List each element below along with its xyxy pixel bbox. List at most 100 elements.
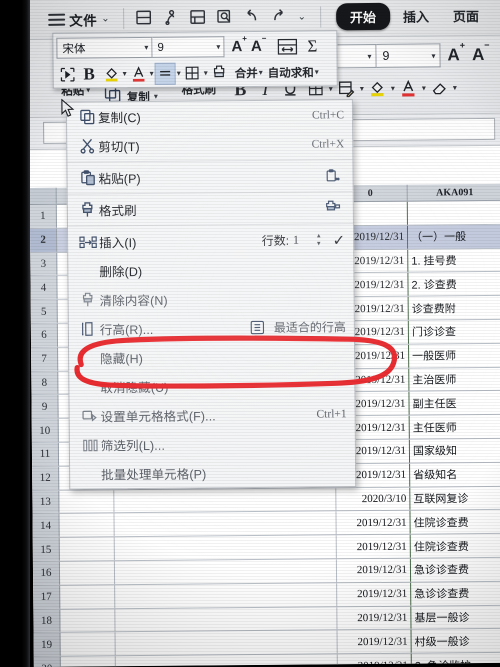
cell-d[interactable]: 1. 挂号费 xyxy=(408,248,500,272)
row-header[interactable]: 10 xyxy=(31,418,59,442)
select-all-corner[interactable] xyxy=(29,187,57,204)
menu-item-插入I[interactable]: 插入(I) 行数: 1 ▴ ▾ ✓ xyxy=(68,225,353,256)
mini-style-button[interactable] xyxy=(209,62,230,84)
best-fit-icon[interactable] xyxy=(246,320,270,335)
menu-item-批量处理单元格P[interactable]: 批量处理单元格(P) xyxy=(70,457,355,488)
save-all-icon[interactable] xyxy=(188,7,209,28)
cell-d[interactable]: 副主任医 xyxy=(409,391,500,415)
autosum-chevron-down-icon[interactable]: ▾ xyxy=(315,67,319,76)
cell-d[interactable]: 3. 急诊监护 xyxy=(412,653,500,667)
column-header-d[interactable]: AKA091 xyxy=(408,184,500,201)
cell-d[interactable]: 急诊诊查费 xyxy=(411,558,500,582)
cell-c[interactable]: 2020/3/10 xyxy=(336,487,411,511)
font-color-chevron-down-icon[interactable]: ▾ xyxy=(422,83,426,92)
mini-fill-color-button[interactable] xyxy=(101,63,122,85)
row-header[interactable]: 12 xyxy=(32,466,60,490)
menu-item-粘贴P[interactable]: 粘贴(P) xyxy=(67,161,352,192)
spin-down-icon[interactable]: ▾ xyxy=(317,240,321,247)
menu-hamburger-icon[interactable] xyxy=(48,13,66,26)
format-painter-more-icon[interactable] xyxy=(321,199,345,216)
menu-item-删除D[interactable]: 删除(D) xyxy=(68,254,353,285)
spinner-arrows-icon[interactable]: ▴ ▾ xyxy=(317,232,321,247)
redo-icon[interactable] xyxy=(269,7,290,28)
row-header[interactable]: 15 xyxy=(32,537,60,561)
file-menu-chevron-down-icon[interactable]: ⌄ xyxy=(101,13,109,24)
cell-d[interactable]: 主任医师 xyxy=(410,415,500,439)
print-preview-icon[interactable] xyxy=(215,7,236,28)
menu-item-剪切T[interactable]: 剪切(T) Ctrl+X xyxy=(67,129,352,160)
file-menu-label[interactable]: 文件 xyxy=(69,9,97,29)
save-icon[interactable] xyxy=(134,8,155,29)
row-header[interactable]: 6 xyxy=(30,323,59,347)
clear-format-button[interactable] xyxy=(428,75,451,99)
tab-start[interactable]: 开始 xyxy=(335,2,391,31)
cell-d[interactable]: 基层一般诊 xyxy=(411,605,500,629)
menu-item-复制C[interactable]: 复制(C) Ctrl+C xyxy=(67,100,352,131)
row-header[interactable]: 7 xyxy=(31,347,59,371)
cell-c[interactable]: 2019/12/31 xyxy=(337,630,412,654)
cell-d[interactable]: 2. 诊查费 xyxy=(408,272,500,296)
cell-d[interactable]: 诊查费附 xyxy=(409,296,500,320)
mini-bold-button[interactable]: B xyxy=(79,63,100,85)
fill-color-button[interactable] xyxy=(366,76,389,100)
cell-a[interactable] xyxy=(59,513,115,537)
menu-item-清除内容N[interactable]: 清除内容(N) xyxy=(68,283,353,314)
cell-c[interactable]: 2019/12/31 xyxy=(336,558,412,583)
cell-b[interactable] xyxy=(114,487,337,513)
best-fit-row-height-label[interactable]: 最适合的行高 xyxy=(274,318,346,336)
decrease-font-size-button[interactable]: A− xyxy=(472,40,490,65)
cell-d[interactable]: 国家级知 xyxy=(410,439,500,463)
customize-quick-access-chevron-down-icon[interactable]: ⌄ xyxy=(298,12,306,23)
cell-a[interactable] xyxy=(60,608,116,633)
cell-a[interactable] xyxy=(59,561,116,585)
merge-label[interactable]: 合并 xyxy=(235,64,258,80)
cell-b[interactable] xyxy=(114,511,337,537)
menu-item-行高R[interactable]: 行高(R)... 最适合的行高 xyxy=(69,312,354,343)
cell-c[interactable]: 2019/12/31 xyxy=(336,511,411,535)
cell-d[interactable] xyxy=(408,201,500,225)
tab-page-layout[interactable]: 页面 xyxy=(442,2,490,29)
paste-options-icon[interactable] xyxy=(320,168,344,184)
cell-b[interactable] xyxy=(114,559,338,585)
autosum-sigma-icon[interactable]: Σ xyxy=(307,36,317,56)
mini-increase-font-size-button[interactable]: A+ xyxy=(231,34,247,55)
increase-font-size-button[interactable]: A+ xyxy=(447,41,465,65)
cell-a[interactable] xyxy=(59,489,115,514)
font-color-button[interactable] xyxy=(397,76,420,100)
cell-a[interactable] xyxy=(60,632,116,656)
cell-style-button[interactable] xyxy=(335,76,358,100)
menu-item-取消隐藏U[interactable]: 取消隐藏(U) xyxy=(69,370,354,401)
row-header[interactable]: 16 xyxy=(32,561,61,585)
autosum-label[interactable]: 自动求和 xyxy=(268,64,314,80)
copy-chevron-down-icon[interactable]: ▾ xyxy=(154,92,158,101)
cell-a[interactable] xyxy=(60,656,116,667)
row-header[interactable]: 13 xyxy=(32,490,60,514)
row-header[interactable]: 14 xyxy=(32,514,60,538)
merge-cells-icon[interactable] xyxy=(276,37,298,55)
row-header[interactable]: 4 xyxy=(30,276,58,300)
mini-font-color-chevron-down-icon[interactable]: ▾ xyxy=(150,69,154,78)
mini-format-painter-icon[interactable] xyxy=(57,63,78,85)
confirm-check-icon[interactable]: ✓ xyxy=(332,231,345,249)
row-header[interactable]: 20 xyxy=(33,656,61,667)
cell-b[interactable] xyxy=(115,630,338,656)
cell-d[interactable]: 急诊诊查费 xyxy=(411,582,500,606)
font-size-select[interactable]: 9 ▾ xyxy=(376,43,441,68)
cell-d[interactable]: 门诊诊查 xyxy=(409,320,500,344)
row-header[interactable]: 5 xyxy=(30,299,58,323)
row-header[interactable]: 3 xyxy=(30,252,58,276)
font-family-chevron-down-icon[interactable]: ▾ xyxy=(367,52,371,61)
mini-fill-color-chevron-down-icon[interactable]: ▾ xyxy=(123,69,127,78)
row-header[interactable]: 1 xyxy=(29,204,57,228)
row-header[interactable]: 17 xyxy=(33,585,61,609)
row-header[interactable]: 11 xyxy=(31,442,60,466)
cell-c[interactable]: 2019/12/31 xyxy=(337,606,412,630)
cell-d[interactable]: 主治医师 xyxy=(409,367,500,391)
cell-d[interactable]: 省级知名 xyxy=(410,463,500,487)
mini-font-color-button[interactable] xyxy=(128,62,149,84)
cell-d[interactable]: 村级一般诊 xyxy=(412,629,500,653)
mini-font-family-select[interactable]: 宋体 ▾ xyxy=(56,36,153,59)
cell-d[interactable]: 互联网复诊 xyxy=(410,486,500,510)
mini-decrease-font-size-button[interactable]: A− xyxy=(251,34,267,55)
cell-b[interactable] xyxy=(115,606,338,632)
